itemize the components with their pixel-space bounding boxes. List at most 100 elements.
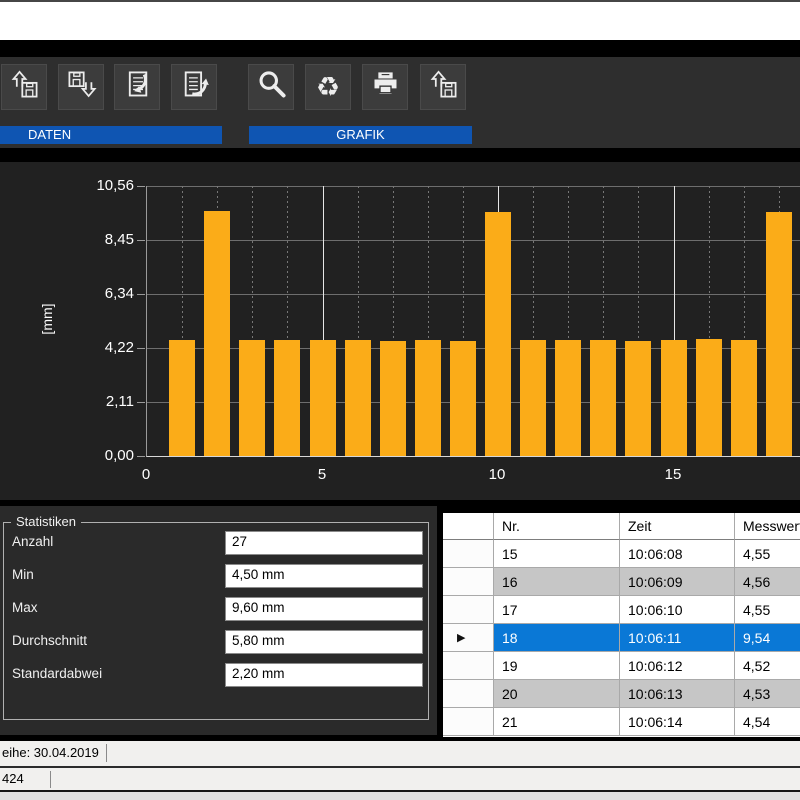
table-row[interactable]: 2010:06:134,53 bbox=[443, 680, 800, 708]
x-tick-label: 10 bbox=[475, 466, 519, 483]
messwert-cell[interactable]: 9,54 bbox=[735, 624, 800, 652]
table-row[interactable]: 2110:06:144,54 bbox=[443, 708, 800, 736]
current-row-arrow-icon: ▶ bbox=[457, 631, 465, 644]
row-selector-cell[interactable] bbox=[443, 708, 494, 736]
zeit-cell[interactable]: 10:06:11 bbox=[620, 624, 735, 652]
nr-cell[interactable]: 21 bbox=[494, 708, 620, 736]
recycle-icon: ♻ bbox=[316, 74, 340, 101]
x-tick-label: 5 bbox=[300, 466, 344, 483]
stat-value-anzahl[interactable]: 27 bbox=[225, 531, 423, 555]
table-row[interactable]: 1710:06:104,55 bbox=[443, 596, 800, 624]
y-tick-label: 2,11 bbox=[70, 393, 134, 410]
column-header-nr[interactable]: Nr. bbox=[494, 513, 620, 540]
bar bbox=[520, 340, 546, 456]
table-row[interactable]: 1910:06:124,52 bbox=[443, 652, 800, 680]
export-data-button[interactable] bbox=[171, 64, 217, 110]
messwert-cell[interactable]: 4,53 bbox=[735, 680, 800, 708]
magnifier-icon bbox=[255, 68, 288, 106]
bar bbox=[204, 211, 230, 456]
gridline-horizontal bbox=[147, 294, 800, 295]
bar bbox=[345, 340, 371, 456]
y-axis-title: [mm] bbox=[39, 274, 55, 364]
window-bottom-edge bbox=[0, 792, 800, 800]
x-tick-label: 15 bbox=[651, 466, 695, 483]
y-axis-tick bbox=[137, 456, 145, 457]
y-tick-label: 0,00 bbox=[70, 447, 134, 464]
separator-band bbox=[0, 148, 800, 162]
column-header-messwert[interactable]: Messwert bbox=[735, 513, 800, 540]
zeit-cell[interactable]: 10:06:08 bbox=[620, 540, 735, 568]
zeit-cell[interactable]: 10:06:09 bbox=[620, 568, 735, 596]
nr-cell[interactable]: 15 bbox=[494, 540, 620, 568]
bar bbox=[380, 341, 406, 456]
save-data-button[interactable] bbox=[58, 64, 104, 110]
nr-cell[interactable]: 19 bbox=[494, 652, 620, 680]
stat-value-min[interactable]: 4,50 mm bbox=[225, 564, 423, 588]
y-axis-tick bbox=[137, 240, 145, 241]
bar bbox=[731, 340, 757, 456]
bar bbox=[766, 212, 792, 456]
bar bbox=[310, 340, 336, 456]
floppy-up-icon bbox=[427, 68, 460, 106]
zeit-cell[interactable]: 10:06:12 bbox=[620, 652, 735, 680]
table-row[interactable]: 1610:06:094,56 bbox=[443, 568, 800, 596]
gridline-horizontal bbox=[147, 240, 800, 241]
zeit-cell[interactable]: 10:06:13 bbox=[620, 680, 735, 708]
column-header-zeit[interactable]: Zeit bbox=[620, 513, 735, 540]
row-selector-header bbox=[443, 513, 494, 540]
zeit-cell[interactable]: 10:06:14 bbox=[620, 708, 735, 736]
bar bbox=[625, 341, 651, 456]
bottom-section: Statistiken Anzahl27Min4,50 mmMax9,60 mm… bbox=[0, 500, 800, 737]
measurement-bar-chart: 0,002,114,226,348,4510,56051015[mm] bbox=[0, 162, 800, 500]
doc-arrow-in-icon bbox=[121, 68, 154, 106]
bar bbox=[169, 340, 195, 456]
measurement-table: Nr.ZeitMesswert1510:06:084,551610:06:094… bbox=[443, 513, 800, 737]
y-tick-label: 6,34 bbox=[70, 285, 134, 302]
table-row[interactable]: ▶ 1810:06:119,54 bbox=[443, 624, 800, 652]
y-tick-label: 4,22 bbox=[70, 339, 134, 356]
import-data-button[interactable] bbox=[114, 64, 160, 110]
statistics-group-title: Statistiken bbox=[11, 514, 81, 529]
row-selector-cell[interactable] bbox=[443, 652, 494, 680]
save-graphic-button[interactable] bbox=[420, 64, 466, 110]
gridline-horizontal bbox=[147, 186, 800, 187]
statistics-panel: Statistiken Anzahl27Min4,50 mmMax9,60 mm… bbox=[0, 506, 437, 735]
stat-label-standardabwei: Standardabwei bbox=[12, 666, 102, 681]
nr-cell[interactable]: 18 bbox=[494, 624, 620, 652]
bar bbox=[415, 340, 441, 456]
zeit-cell[interactable]: 10:06:10 bbox=[620, 596, 735, 624]
row-selector-cell[interactable] bbox=[443, 568, 494, 596]
table-header-row: Nr.ZeitMesswert bbox=[443, 513, 800, 540]
nr-cell[interactable]: 16 bbox=[494, 568, 620, 596]
device-id-text: 424 bbox=[2, 771, 24, 786]
messwert-cell[interactable]: 4,52 bbox=[735, 652, 800, 680]
stat-value-standardabwei[interactable]: 2,20 mm bbox=[225, 663, 423, 687]
stat-label-anzahl: Anzahl bbox=[12, 534, 53, 549]
load-data-button[interactable] bbox=[1, 64, 47, 110]
messwert-cell[interactable]: 4,55 bbox=[735, 540, 800, 568]
stat-value-durchschnitt[interactable]: 5,80 mm bbox=[225, 630, 423, 654]
print-button[interactable] bbox=[362, 64, 408, 110]
nr-cell[interactable]: 17 bbox=[494, 596, 620, 624]
row-selector-cell[interactable] bbox=[443, 680, 494, 708]
refresh-button[interactable]: ♻ bbox=[305, 64, 351, 110]
table-row[interactable]: 1510:06:084,55 bbox=[443, 540, 800, 568]
toolbar-group-label-daten: DATEN bbox=[0, 126, 222, 144]
messwert-cell[interactable]: 4,55 bbox=[735, 596, 800, 624]
messwert-cell[interactable]: 4,54 bbox=[735, 708, 800, 736]
zoom-button[interactable] bbox=[248, 64, 294, 110]
row-selector-cell[interactable] bbox=[443, 540, 494, 568]
row-selector-cell[interactable]: ▶ bbox=[443, 624, 494, 652]
stat-value-max[interactable]: 9,60 mm bbox=[225, 597, 423, 621]
messwert-cell[interactable]: 4,56 bbox=[735, 568, 800, 596]
doc-arrow-out-icon bbox=[178, 68, 211, 106]
bar bbox=[485, 212, 511, 456]
bar bbox=[696, 339, 722, 456]
toolbar: DATEN♻GRAFIK bbox=[0, 57, 800, 148]
bar bbox=[661, 340, 687, 456]
status-bar-2: 424 bbox=[0, 768, 800, 790]
nr-cell[interactable]: 20 bbox=[494, 680, 620, 708]
stat-label-min: Min bbox=[12, 567, 34, 582]
row-selector-cell[interactable] bbox=[443, 596, 494, 624]
floppy-up-icon bbox=[8, 68, 41, 106]
